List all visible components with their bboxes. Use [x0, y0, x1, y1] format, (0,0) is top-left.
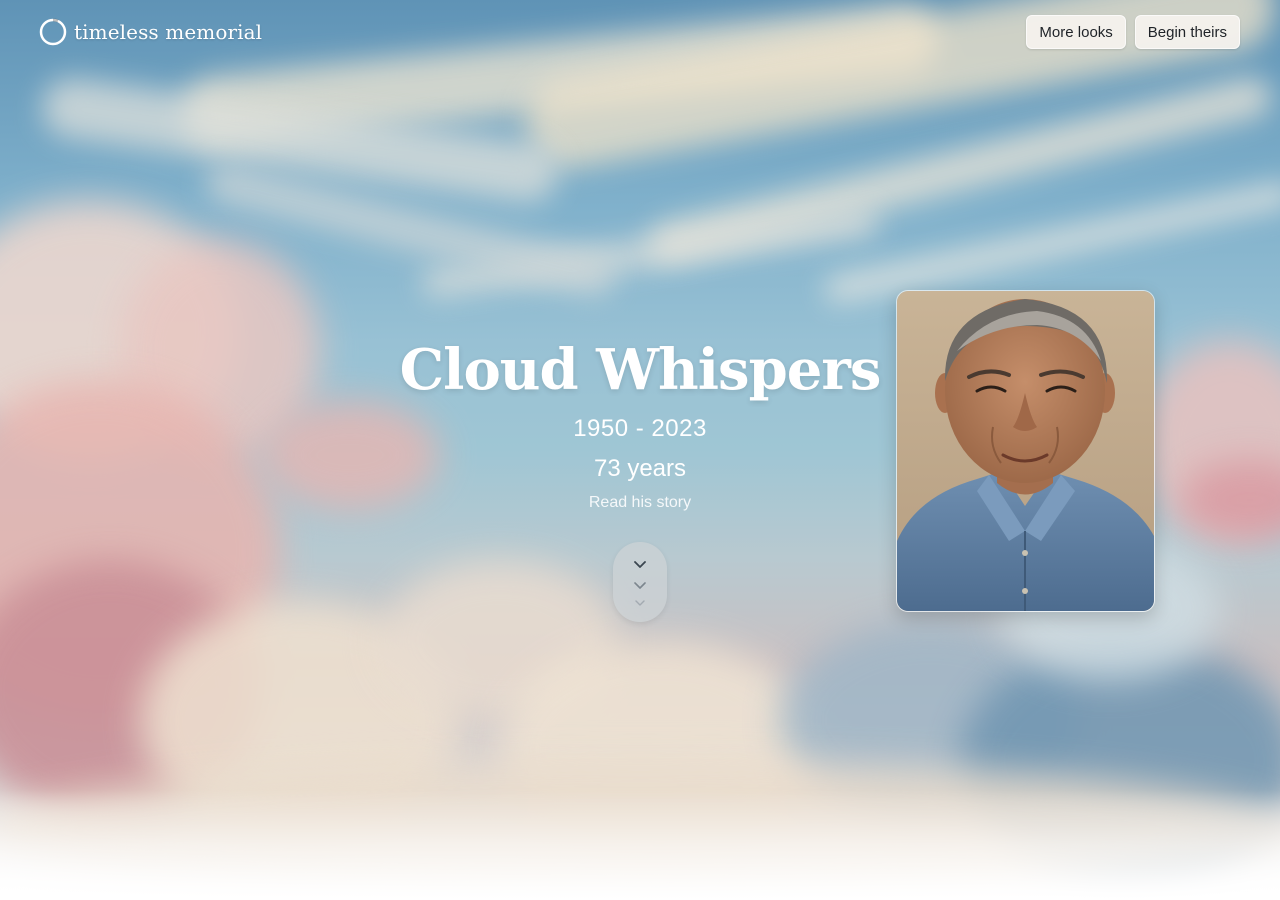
cloud [1140, 340, 1280, 540]
cloud [0, 760, 1280, 900]
begin-theirs-button[interactable]: Begin theirs [1134, 15, 1240, 49]
brand-name: timeless memorial [74, 20, 263, 44]
chevron-down-icon [635, 600, 645, 606]
cloud [140, 600, 460, 840]
cloud [1180, 460, 1280, 540]
cloud-streak [38, 74, 562, 206]
cloud [120, 240, 320, 460]
chevron-down-icon [634, 582, 646, 589]
cloud-streak [201, 159, 619, 301]
scroll-down-button[interactable] [613, 542, 667, 622]
cloud [780, 620, 1080, 820]
cloud [0, 560, 260, 820]
memorial-name: Cloud Whispers [399, 337, 882, 403]
bottom-fade [0, 790, 1280, 900]
cloud-streak [644, 73, 1276, 267]
cloud [380, 560, 620, 720]
cloud [0, 380, 280, 720]
read-story-link[interactable]: Read his story [589, 494, 691, 512]
cloud [500, 640, 820, 860]
cloud [960, 640, 1280, 880]
portrait-illustration [897, 291, 1154, 611]
memorial-dates: 1950 - 2023 [573, 415, 707, 442]
cloud-streak [420, 208, 880, 298]
header-actions: More looks Begin theirs [1026, 15, 1240, 49]
more-looks-button[interactable]: More looks [1026, 15, 1126, 49]
memorial-age: 73 years [593, 455, 687, 482]
top-bar: timeless memorial More looks Begin their… [38, 15, 1240, 49]
cloud-streak [822, 180, 1280, 304]
ring-logo-icon [39, 18, 67, 46]
cloud [0, 200, 240, 460]
memorial-page: timeless memorial More looks Begin their… [0, 0, 1280, 900]
brand[interactable]: timeless memorial [38, 17, 262, 47]
memorial-hero: Cloud Whispers 1950 - 2023 73 years Read… [380, 330, 900, 512]
portrait-photo [896, 290, 1155, 612]
chevron-down-icon [634, 561, 646, 568]
